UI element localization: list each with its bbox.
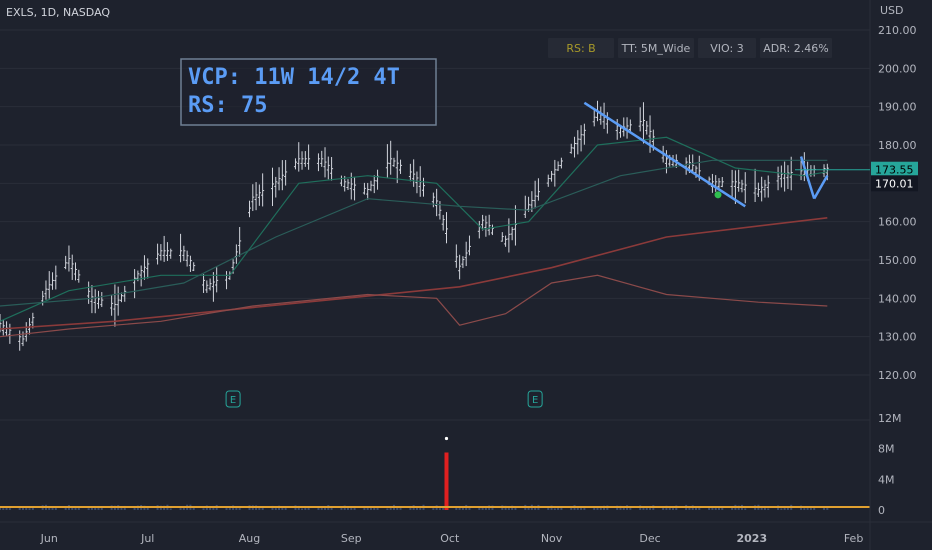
volume-bar [235, 507, 238, 510]
volume-bar [2, 508, 5, 510]
green-marker [714, 191, 722, 199]
price-tag-label: 173.55 [875, 164, 914, 177]
price-tick-label: 180.00 [878, 139, 917, 152]
indicator-pill-label: ADR: 2.46% [763, 42, 828, 55]
volume-bar [622, 507, 625, 510]
volume-bar [419, 507, 422, 510]
price-tick-label: 210.00 [878, 24, 917, 37]
volume-bar [202, 508, 205, 510]
time-tick-label: Jul [140, 532, 154, 545]
volume-tick-label: 0 [878, 504, 885, 517]
volume-bar [281, 507, 284, 510]
volume-spike-dot [444, 436, 449, 441]
volume-bar [780, 508, 783, 510]
indicator-pills: RS: B TT: 5M_Wide VIO: 3 ADR: 2.46% [548, 38, 832, 58]
volume-bar [100, 507, 103, 510]
volume-tick-label: 8M [878, 443, 895, 456]
time-tick-label: Jun [40, 532, 58, 545]
volume-bar [803, 508, 806, 510]
price-chart: 210.00200.00190.00180.00170.00160.00150.… [0, 0, 932, 550]
price-tick-label: 140.00 [878, 292, 917, 305]
earnings-marker-label: E [230, 395, 236, 406]
volume-bar [28, 508, 31, 510]
volume-bar [386, 508, 389, 510]
chart-root: 210.00200.00190.00180.00170.00160.00150.… [0, 0, 932, 550]
time-tick-label: Nov [541, 532, 563, 545]
volume-bar [353, 507, 356, 510]
price-tick-label: 160.00 [878, 216, 917, 229]
volume-bar [366, 507, 369, 510]
price-tick-label: 120.00 [878, 369, 917, 382]
volume-bar [468, 507, 471, 510]
volume-bar [225, 508, 228, 510]
volume-bar [767, 508, 770, 510]
volume-bar [317, 508, 320, 510]
volume-bar [744, 508, 747, 510]
price-tick-label: 190.00 [878, 101, 917, 114]
vcp-annotation[interactable]: VCP: 11W 14/2 4T RS: 75 [180, 58, 437, 126]
volume-bar [432, 508, 435, 510]
indicator-pill-label: RS: B [566, 42, 595, 55]
volume-bar [363, 508, 366, 510]
volume-spike [444, 452, 449, 510]
volume-tick-label: 12M [878, 412, 902, 425]
volume-bar [284, 507, 287, 510]
volume-bar [64, 507, 67, 510]
volume-bar [553, 508, 556, 510]
time-tick-label: Aug [239, 532, 260, 545]
price-tick-label: 130.00 [878, 331, 917, 344]
annotation-line-2: RS: 75 [188, 93, 267, 118]
time-tick-label: 2023 [736, 532, 767, 545]
volume-bar [169, 508, 172, 510]
price-tag-label: 170.01 [875, 177, 914, 190]
volume-bar [238, 508, 241, 510]
volume-bar [228, 507, 231, 510]
earnings-marker-label: E [532, 395, 538, 406]
indicator-pill-label: TT: 5M_Wide [621, 42, 691, 55]
time-tick-label: Sep [341, 532, 362, 545]
time-tick-label: Dec [639, 532, 660, 545]
price-tick-label: 150.00 [878, 254, 917, 267]
volume-bar [763, 507, 766, 510]
time-tick-label: Oct [440, 532, 460, 545]
volume-bar [547, 507, 550, 510]
volume-bar [8, 508, 11, 510]
volume-bar [90, 507, 93, 510]
volume-bar [714, 507, 717, 510]
volume-bar [649, 507, 652, 510]
volume-bar [438, 508, 441, 510]
volume-bar [593, 507, 596, 510]
volume-bar [179, 508, 182, 510]
volume-bar [507, 508, 510, 510]
chart-title: EXLS, 1D, NASDAQ [6, 6, 110, 19]
indicator-pill-label: VIO: 3 [710, 42, 743, 55]
volume-bar [583, 507, 586, 510]
volume-bar [87, 508, 90, 510]
volume-bar [5, 507, 8, 510]
volume-bar [672, 508, 675, 510]
volume-tick-label: 4M [878, 473, 895, 486]
volume-bar [301, 508, 304, 510]
volume-bar [274, 508, 277, 510]
volume-bar [0, 507, 1, 510]
time-tick-label: Feb [844, 532, 863, 545]
volume-bar [304, 507, 307, 510]
volume-bar [478, 507, 481, 510]
currency-label: USD [880, 4, 904, 17]
price-tick-label: 200.00 [878, 62, 917, 75]
volume-bar [760, 507, 763, 510]
annotation-line-1: VCP: 11W 14/2 4T [188, 65, 400, 90]
